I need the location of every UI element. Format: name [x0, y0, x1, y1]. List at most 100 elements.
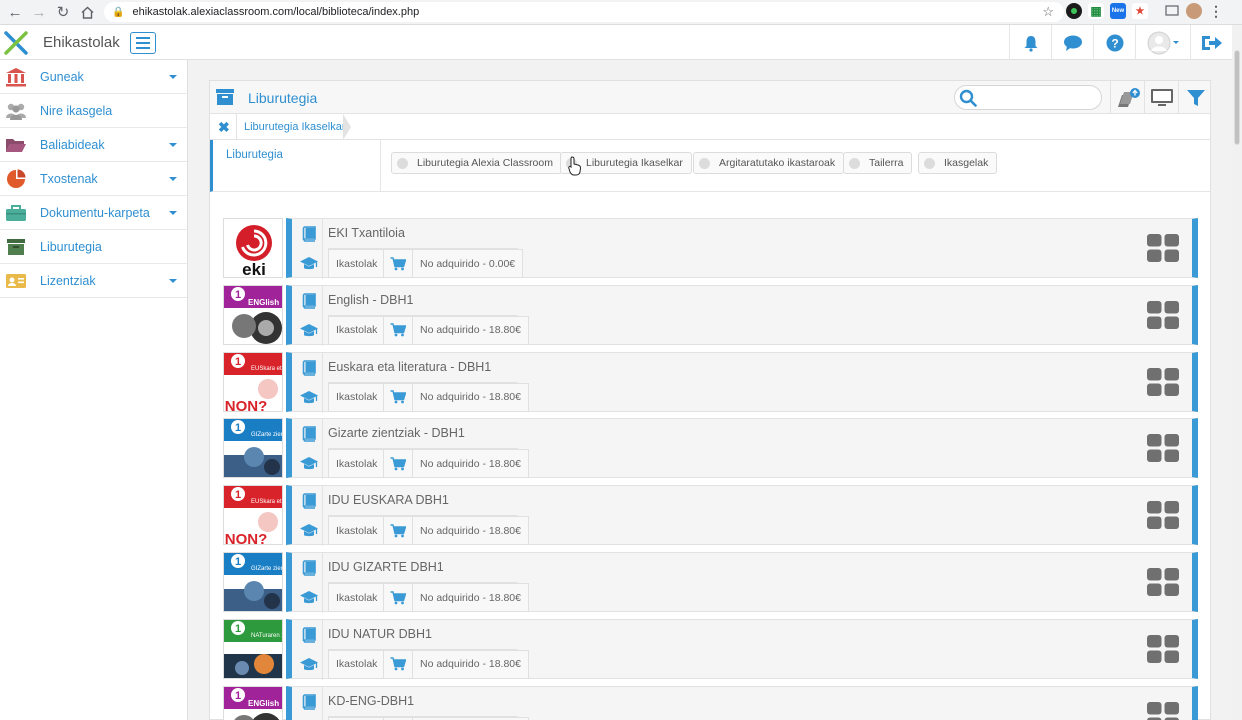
search-input[interactable]	[981, 89, 1093, 106]
book-title[interactable]: English - DBH1	[328, 293, 413, 307]
book-cover[interactable]: 1 NATuraren zientziak	[223, 618, 283, 679]
book-price: No adquirido - 18.80€	[412, 315, 529, 345]
cart-button[interactable]	[383, 649, 413, 679]
grid-view-icon[interactable]	[1147, 300, 1179, 329]
sidebar-item-liburutegia[interactable]: Liburutegia	[0, 230, 187, 264]
forward-icon[interactable]: →	[27, 0, 51, 24]
book-card[interactable]: IDU EUSKARA DBH1 Ikastolak No adquirido …	[286, 485, 1198, 547]
filter-button[interactable]	[1178, 81, 1212, 114]
messages-button[interactable]	[1051, 25, 1093, 60]
book-cover[interactable]: 1 EUSkara eta literatura NON?	[223, 485, 283, 546]
cloud-library-button[interactable]	[1110, 81, 1144, 114]
grid-view-icon[interactable]	[1147, 568, 1179, 596]
grid-view-icon[interactable]	[1147, 501, 1179, 530]
book-title[interactable]: IDU GIZARTE DBH1	[328, 560, 444, 574]
book-title[interactable]: Euskara eta literatura - DBH1	[328, 360, 491, 374]
radio-icon	[924, 157, 935, 169]
cover-number: 1	[235, 289, 241, 301]
scrollbar-thumb[interactable]	[1234, 50, 1240, 145]
menu-toggle-button[interactable]	[130, 32, 156, 54]
cart-button[interactable]	[383, 516, 413, 546]
book-row[interactable]: 1 GIZarte zientziak IDU GIZARTE DBH1 Ika…	[223, 552, 1198, 613]
book-card[interactable]: Euskara eta literatura - DBH1 Ikastolak …	[286, 351, 1198, 413]
book-title[interactable]: IDU NATUR DBH1	[328, 627, 432, 641]
sidebar-item-guneak[interactable]: Guneak	[0, 60, 187, 94]
sidebar-item-baliabideak[interactable]: Baliabideak	[0, 128, 187, 162]
cover-number: 1	[235, 356, 241, 368]
help-button[interactable]: ?	[1093, 25, 1135, 60]
close-icon[interactable]: ✖	[218, 119, 230, 136]
cart-button[interactable]	[383, 249, 413, 278]
graduation-cap-icon	[295, 717, 323, 720]
graduation-cap-icon	[295, 583, 323, 611]
book-cover[interactable]: 1 GIZarte zientziak	[223, 552, 283, 612]
filter-chip-alexia-classroom[interactable]: Liburutegia Alexia Classroom	[391, 152, 562, 174]
book-cover[interactable]: eki	[223, 218, 283, 278]
cart-button[interactable]	[383, 382, 413, 412]
page-scrollbar[interactable]	[1232, 25, 1242, 720]
book-card[interactable]: Gizarte zientziak - DBH1 Ikastolak No ad…	[286, 418, 1198, 480]
book-row[interactable]: 1 EUSkara eta literatura NON? Euskara et…	[223, 351, 1198, 413]
address-bar[interactable]: 🔒 ehikastolak.alexiaclassroom.com/local/…	[104, 2, 1064, 22]
sidebar-item-txostenak[interactable]: Txostenak	[0, 162, 187, 196]
grid-view-icon[interactable]	[1147, 634, 1179, 663]
cart-button[interactable]	[383, 449, 413, 479]
filter-chip-tailerra[interactable]: Tailerra	[843, 152, 913, 174]
book-row[interactable]: 1 NATuraren zientziak IDU NATUR DBH1 Ika…	[223, 618, 1198, 680]
logout-button[interactable]	[1190, 25, 1232, 60]
extension-record-icon[interactable]	[1066, 3, 1082, 19]
logo-icon	[4, 31, 28, 55]
book-price: No adquirido - 18.80€	[412, 649, 529, 679]
grid-view-icon[interactable]	[1147, 701, 1179, 720]
books-cloud-icon	[1117, 87, 1140, 107]
book-row[interactable]: 1 GIZarte zientziak Gizarte zientziak - …	[223, 418, 1198, 480]
grid-view-icon[interactable]	[1147, 434, 1179, 463]
book-row[interactable]: eki EKI Txantiloia Ikastolak No adquirid…	[223, 218, 1198, 279]
book-title[interactable]: EKI Txantiloia	[328, 226, 405, 240]
book-title[interactable]: KD-ENG-DBH1	[328, 694, 414, 708]
sidebar-item-nire-ikasgela[interactable]: Nire ikasgela	[0, 94, 187, 128]
extension-sheets-icon[interactable]: ▦	[1088, 3, 1104, 19]
sidebar-item-lizentziak[interactable]: Lizentziak	[0, 264, 187, 298]
book-row[interactable]: 1 ENGlish KD-ENG-DBH1	[223, 685, 1198, 720]
book-cover[interactable]: 1 EUSkara eta literatura NON?	[223, 351, 283, 412]
book-card[interactable]: KD-ENG-DBH1	[286, 685, 1198, 720]
sidebar-item-dokumentu-karpeta[interactable]: Dokumentu-karpeta	[0, 196, 187, 230]
extension-news-icon[interactable]: New	[1110, 3, 1126, 19]
book-cover[interactable]: 1 ENGlish	[223, 284, 283, 345]
book-card[interactable]: English - DBH1 Ikastolak No adquirido - …	[286, 284, 1198, 346]
bookmark-star-icon[interactable]: ☆	[1042, 4, 1054, 20]
back-icon[interactable]: ←	[3, 0, 27, 24]
cast-icon[interactable]	[1164, 3, 1180, 19]
book-cover[interactable]: 1 ENGlish	[223, 685, 283, 720]
cover-title: NATuraren zientziak	[251, 633, 283, 639]
tab-liburutegia[interactable]: Liburutegia	[210, 140, 381, 192]
cart-button[interactable]	[383, 716, 413, 720]
browser-menu-icon[interactable]: ⋮	[1208, 3, 1224, 19]
book-card[interactable]: EKI Txantiloia Ikastolak No adquirido - …	[286, 218, 1198, 279]
cart-button[interactable]	[383, 583, 413, 612]
breadcrumb-item[interactable]: Liburutegia Ikaselkar	[244, 121, 346, 133]
reload-icon[interactable]: ↻	[51, 0, 75, 24]
book-icon	[295, 354, 323, 382]
book-row[interactable]: 1 ENGlish English - DBH1 Ikastolak No ad…	[223, 284, 1198, 346]
profile-avatar-icon[interactable]	[1186, 3, 1202, 19]
search-icon[interactable]	[959, 89, 977, 107]
caret-down-icon	[169, 177, 177, 181]
extension-translate-icon[interactable]: ★	[1132, 3, 1148, 19]
cart-button[interactable]	[383, 315, 413, 345]
user-menu-button[interactable]	[1135, 25, 1190, 60]
filter-chip-argitaratutako[interactable]: Argitaratutako ikastaroak	[693, 152, 845, 174]
book-card[interactable]: IDU NATUR DBH1 Ikastolak No adquirido - …	[286, 618, 1198, 680]
book-cover[interactable]: 1 GIZarte zientziak	[223, 418, 283, 479]
notifications-button[interactable]	[1009, 25, 1051, 60]
grid-view-icon[interactable]	[1147, 367, 1179, 396]
display-mode-button[interactable]	[1144, 81, 1178, 114]
book-card[interactable]: IDU GIZARTE DBH1 Ikastolak No adquirido …	[286, 552, 1198, 613]
home-icon[interactable]	[75, 0, 99, 24]
book-title[interactable]: IDU EUSKARA DBH1	[328, 493, 449, 507]
grid-view-icon[interactable]	[1147, 234, 1179, 262]
book-row[interactable]: 1 EUSkara eta literatura NON? IDU EUSKAR…	[223, 485, 1198, 547]
book-title[interactable]: Gizarte zientziak - DBH1	[328, 426, 465, 440]
filter-chip-ikasgelak[interactable]: Ikasgelak	[918, 152, 998, 174]
